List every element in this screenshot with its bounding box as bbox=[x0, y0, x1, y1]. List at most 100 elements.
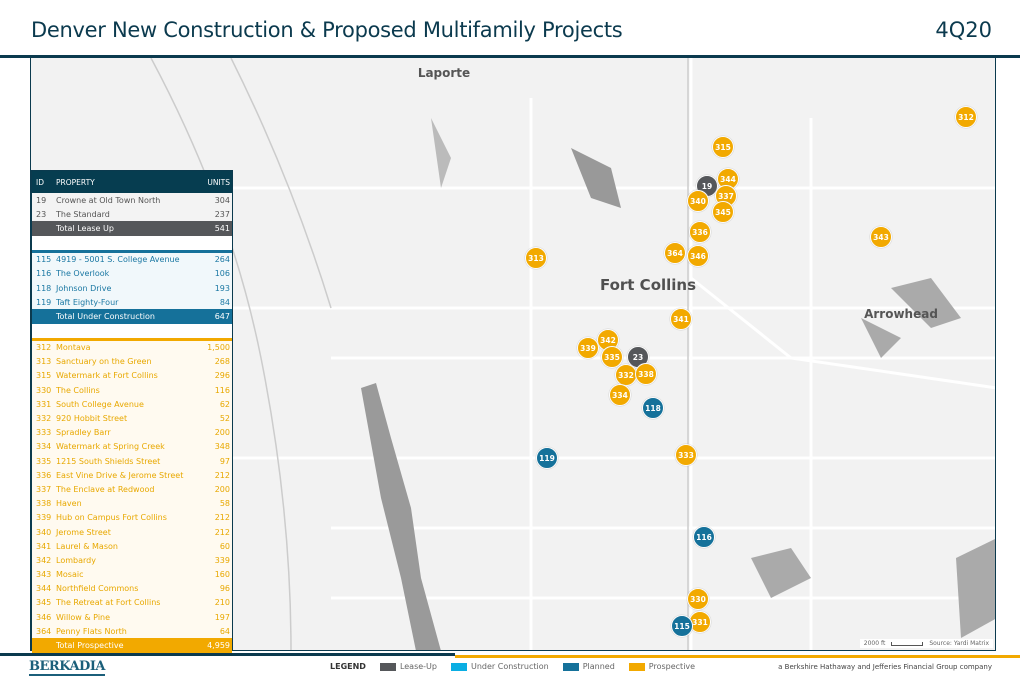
table-row: 343 Mosaic 160 bbox=[32, 567, 232, 582]
row-property: The Retreat at Fort Collins bbox=[56, 598, 161, 608]
row-id: 115 bbox=[36, 255, 52, 265]
row-id: 341 bbox=[36, 541, 52, 551]
row-units: 116 bbox=[214, 385, 230, 395]
row-id: 331 bbox=[36, 399, 52, 409]
map-marker-119[interactable]: 119 bbox=[536, 447, 558, 469]
table-row: 337 The Enclave at Redwood 200 bbox=[32, 482, 232, 497]
scale-bar: 2000 ft Source: Yardi Matrix bbox=[859, 639, 993, 648]
header: Denver New Construction & Proposed Multi… bbox=[0, 0, 1020, 58]
col-id: ID bbox=[36, 177, 44, 187]
map-marker-339[interactable]: 339 bbox=[577, 337, 599, 359]
row-units: 97 bbox=[219, 456, 230, 466]
table-row: 118 Johnson Drive 193 bbox=[32, 280, 232, 296]
row-units: 200 bbox=[214, 428, 230, 438]
total-row: Total Under Construction 647 bbox=[32, 309, 232, 324]
total-units: 541 bbox=[214, 223, 230, 233]
legend-planned: Planned bbox=[562, 662, 615, 671]
table-row: 335 1215 South Shields Street 97 bbox=[32, 454, 232, 469]
total-label: Total Lease Up bbox=[56, 223, 114, 233]
table-row: 334 Watermark at Spring Creek 348 bbox=[32, 439, 232, 454]
row-units: 200 bbox=[214, 484, 230, 494]
table-row: 116 The Overlook 106 bbox=[32, 266, 232, 281]
row-id: 19 bbox=[36, 195, 47, 205]
total-label: Total Under Construction bbox=[56, 311, 155, 321]
row-id: 312 bbox=[36, 343, 52, 353]
table-row: 339 Hub on Campus Fort Collins 212 bbox=[32, 510, 232, 525]
table-row: 364 Penny Flats North 64 bbox=[32, 624, 232, 639]
row-property: Hub on Campus Fort Collins bbox=[56, 513, 167, 523]
table-row: 115 4919 - 5001 S. College Avenue 264 bbox=[32, 252, 232, 267]
table-row: 19 Crowne at Old Town North 304 bbox=[32, 193, 232, 208]
row-property: 1215 South Shields Street bbox=[56, 456, 161, 466]
map-marker-313[interactable]: 313 bbox=[525, 247, 547, 269]
col-units: UNITS bbox=[207, 177, 230, 187]
row-property: Willow & Pine bbox=[56, 612, 111, 622]
row-property: The Standard bbox=[56, 209, 110, 219]
company-tagline: a Berkshire Hathaway and Jefferies Finan… bbox=[778, 663, 992, 671]
map-marker-315[interactable]: 315 bbox=[712, 136, 734, 158]
row-property: Crowne at Old Town North bbox=[56, 195, 161, 205]
row-id: 364 bbox=[36, 626, 52, 636]
row-id: 330 bbox=[36, 385, 52, 395]
row-property: Montava bbox=[56, 343, 91, 353]
table-header: ID PROPERTY UNITS bbox=[32, 171, 232, 193]
footer-divider-accent bbox=[455, 655, 1020, 658]
row-id: 118 bbox=[36, 283, 52, 293]
map-marker-330[interactable]: 330 bbox=[687, 588, 709, 610]
row-property: The Collins bbox=[56, 385, 100, 395]
row-units: 197 bbox=[214, 612, 230, 622]
quarter-label: 4Q20 bbox=[935, 18, 992, 42]
row-id: 344 bbox=[36, 584, 52, 594]
map-marker-345[interactable]: 345 bbox=[712, 201, 734, 223]
row-units: 264 bbox=[214, 255, 230, 265]
row-property: Watermark at Fort Collins bbox=[56, 371, 158, 381]
map-marker-364[interactable]: 364 bbox=[664, 242, 686, 264]
map-marker-340[interactable]: 340 bbox=[687, 190, 709, 212]
row-units: 193 bbox=[214, 283, 230, 293]
row-units: 296 bbox=[214, 371, 230, 381]
map-marker-341[interactable]: 341 bbox=[670, 308, 692, 330]
map-marker-346[interactable]: 346 bbox=[687, 245, 709, 267]
row-units: 210 bbox=[214, 598, 230, 608]
table-row: 315 Watermark at Fort Collins 296 bbox=[32, 368, 232, 384]
map-marker-332[interactable]: 332 bbox=[615, 364, 637, 386]
map-marker-333[interactable]: 333 bbox=[675, 444, 697, 466]
footer-divider bbox=[0, 653, 455, 656]
row-property: East Vine Drive & Jerome Street bbox=[56, 470, 184, 480]
row-property: Taft Eighty-Four bbox=[56, 297, 119, 307]
map-place-label: Arrowhead bbox=[864, 307, 938, 321]
row-units: 84 bbox=[219, 297, 230, 307]
scale-bar-graphic bbox=[891, 641, 924, 646]
map-marker-115[interactable]: 115 bbox=[671, 615, 693, 637]
table-row: 346 Willow & Pine 197 bbox=[32, 610, 232, 625]
col-property: PROPERTY bbox=[56, 177, 95, 187]
map-marker-338[interactable]: 338 bbox=[635, 363, 657, 385]
table-row: 342 Lombardy 339 bbox=[32, 553, 232, 568]
map-marker-343[interactable]: 343 bbox=[870, 226, 892, 248]
row-id: 332 bbox=[36, 414, 52, 424]
row-units: 212 bbox=[214, 470, 230, 480]
table-row: 312 Montava 1,500 bbox=[32, 340, 232, 355]
row-property: The Enclave at Redwood bbox=[56, 484, 155, 494]
row-id: 119 bbox=[36, 297, 52, 307]
row-property: Laurel & Mason bbox=[56, 541, 118, 551]
map-place-label: Laporte bbox=[417, 66, 471, 80]
row-property: 4919 - 5001 S. College Avenue bbox=[56, 255, 180, 265]
row-units: 52 bbox=[219, 414, 230, 424]
map-marker-334[interactable]: 334 bbox=[609, 384, 631, 406]
row-id: 333 bbox=[36, 428, 52, 438]
map-marker-118[interactable]: 118 bbox=[642, 397, 664, 419]
total-row: Total Prospective 4,959 bbox=[32, 638, 232, 653]
total-label: Total Prospective bbox=[56, 641, 124, 651]
table-row: 332 920 Hobbit Street 52 bbox=[32, 411, 232, 426]
map-marker-116[interactable]: 116 bbox=[693, 526, 715, 548]
row-units: 96 bbox=[219, 584, 230, 594]
map-marker-336[interactable]: 336 bbox=[689, 221, 711, 243]
row-id: 334 bbox=[36, 442, 52, 452]
table-row: 344 Northfield Commons 96 bbox=[32, 581, 232, 596]
row-units: 1,500 bbox=[207, 343, 230, 353]
table-row: 336 East Vine Drive & Jerome Street 212 bbox=[32, 468, 232, 483]
total-row: Total Lease Up 541 bbox=[32, 221, 232, 236]
row-property: Johnson Drive bbox=[56, 283, 112, 293]
map-marker-312[interactable]: 312 bbox=[955, 106, 977, 128]
